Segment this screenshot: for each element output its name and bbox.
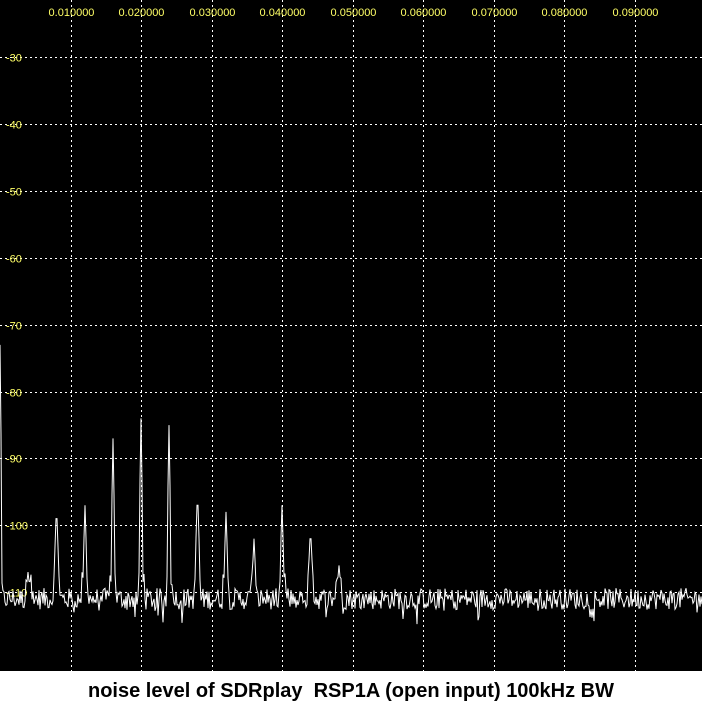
grid-lines — [0, 0, 702, 671]
spectrum-trace — [0, 344, 702, 625]
y-tick-label: -50 — [6, 187, 22, 199]
y-tick-label: -40 — [6, 120, 22, 132]
y-tick-label: -100 — [6, 521, 28, 533]
x-tick-label: 0.010000 — [49, 7, 95, 19]
y-tick-label: -70 — [6, 321, 22, 333]
spectrum-plot-area: 0.010000 0.020000 0.030000 0.040000 0.050000… — [0, 0, 702, 671]
spectrum-chart: 0.010000 0.020000 0.030000 0.040000 0.050000… — [0, 0, 702, 671]
y-tick-label: -90 — [6, 454, 22, 466]
x-tick-label: 0.070000 — [472, 7, 518, 19]
y-tick-label: -80 — [6, 388, 22, 400]
y-tick-labels: -30-40-50-60-70-80-90-100-110 — [6, 53, 28, 600]
x-tick-label: 0.050000 — [331, 7, 377, 19]
x-tick-label: 0.080000 — [542, 7, 588, 19]
x-tick-label: 0.040000 — [260, 7, 306, 19]
x-tick-label: 0.090000 — [613, 7, 659, 19]
x-tick-labels: 0.010000 0.020000 0.030000 0.040000 0.050000… — [49, 7, 659, 19]
x-tick-label: 0.020000 — [119, 7, 165, 19]
y-tick-label: -30 — [6, 53, 22, 65]
x-tick-label: 0.030000 — [190, 7, 236, 19]
x-tick-label: 0.060000 — [401, 7, 447, 19]
chart-caption: noise level of SDRplay RSP1A (open input… — [87, 680, 614, 702]
y-tick-label: -60 — [6, 254, 22, 266]
